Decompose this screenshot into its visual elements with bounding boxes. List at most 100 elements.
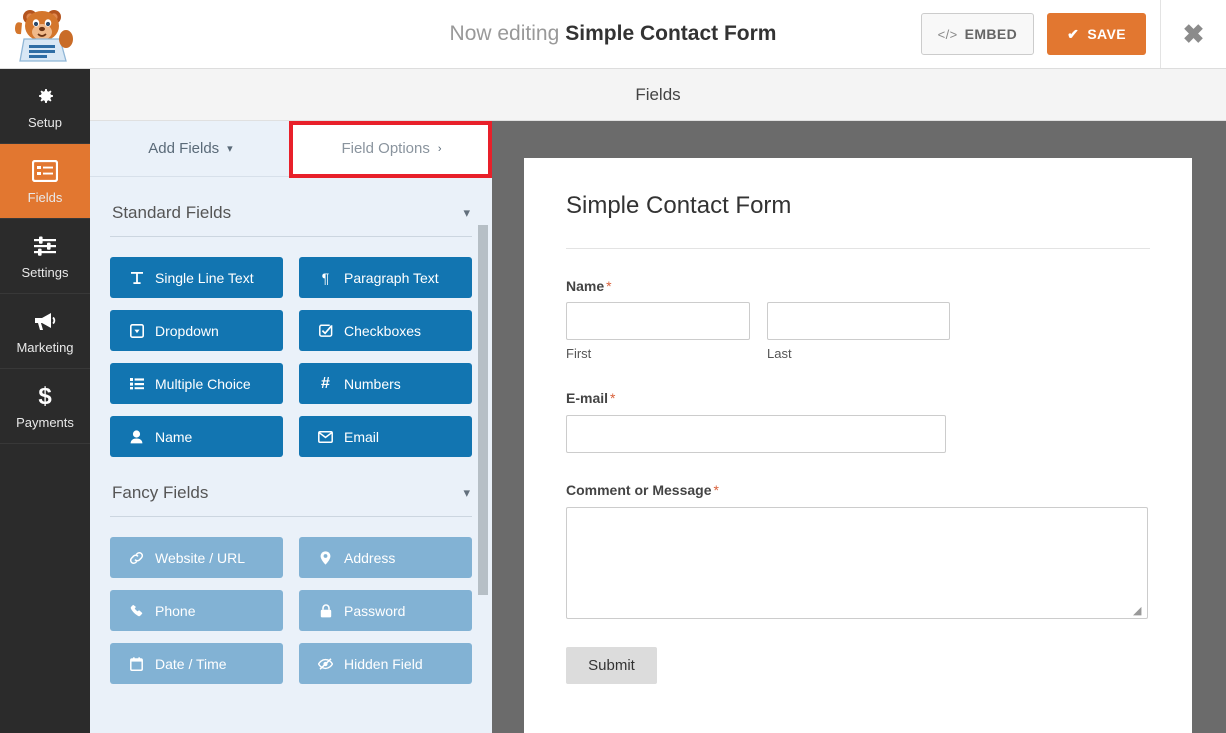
submit-button[interactable]: Submit [566, 647, 657, 684]
first-name-input[interactable] [566, 302, 750, 340]
user-icon [128, 429, 145, 444]
sidebar-item-label: Fields [27, 189, 63, 205]
field-button-label: Numbers [344, 375, 401, 392]
field-button-label: Hidden Field [344, 655, 423, 672]
group-header-fancy-fields[interactable]: Fancy Fields ▾ [110, 457, 472, 517]
field-button-hidden-field[interactable]: Hidden Field [299, 643, 472, 684]
sublabel-last: Last [767, 346, 792, 361]
svg-text:$: $ [38, 383, 52, 409]
field-button-single-line-text[interactable]: Single Line Text [110, 257, 283, 298]
wpforms-bear-mascot-logo-icon [15, 10, 73, 62]
field-label: Name * [566, 278, 1150, 294]
resize-handle-icon[interactable]: ◢ [1133, 605, 1145, 617]
dollar-sign-icon: $ [35, 383, 55, 409]
field-label-text: Name [566, 278, 605, 294]
tab-field-options-label: Field Options [341, 140, 430, 157]
field-button-email[interactable]: Email [299, 416, 472, 457]
sidebar-item-payments[interactable]: $ Payments [0, 369, 90, 444]
field-button-label: Email [344, 428, 380, 445]
hash-icon: # [321, 374, 330, 392]
chevron-right-icon: › [437, 142, 442, 155]
field-button-phone[interactable]: Phone [110, 590, 283, 631]
field-button-website-url[interactable]: Website / URL [110, 537, 283, 578]
wpforms-logo [0, 0, 90, 69]
field-button-paragraph-text[interactable]: ¶ Paragraph Text [299, 257, 472, 298]
fields-section-bar: Fields [90, 69, 1226, 121]
field-button-checkboxes[interactable]: Checkboxes [299, 310, 472, 351]
field-button-label: Phone [155, 602, 196, 619]
panel-scrollbar[interactable] [478, 177, 488, 733]
save-button[interactable]: ✔ SAVE [1047, 13, 1146, 55]
group-header-standard-fields[interactable]: Standard Fields ▾ [110, 177, 472, 237]
preview-field-email[interactable]: E-mail * [566, 390, 1150, 453]
email-input[interactable] [566, 415, 946, 453]
field-label: Comment or Message * [566, 482, 1150, 498]
field-button-numbers[interactable]: # Numbers [299, 363, 472, 404]
preview-field-name[interactable]: Name * First Last [566, 278, 1150, 361]
field-label-text: E-mail [566, 390, 609, 406]
sidebar-item-marketing[interactable]: Marketing [0, 294, 90, 369]
comment-textarea[interactable]: ◢ [566, 507, 1148, 619]
close-builder-button[interactable]: ✖ [1160, 0, 1226, 68]
required-asterisk: * [713, 482, 719, 498]
sidebar-item-setup[interactable]: Setup [0, 69, 90, 144]
calendar-icon [128, 656, 145, 671]
sidebar-item-label: Payments [16, 414, 74, 430]
form-preview-card: Simple Contact Form Name * First Last E-… [524, 158, 1192, 733]
field-button-address[interactable]: Address [299, 537, 472, 578]
field-button-label: Address [344, 549, 396, 566]
title-divider [566, 248, 1150, 249]
sidebar-item-fields[interactable]: Fields [0, 144, 90, 219]
sidebar-item-label: Marketing [16, 339, 74, 355]
field-button-label: Website / URL [155, 549, 245, 566]
builder-sidebar: Setup Fields Settings Marketing $ Paymen… [0, 69, 90, 733]
chevron-down-icon: ▾ [463, 485, 470, 500]
envelope-icon [317, 430, 334, 443]
lock-icon [317, 603, 334, 618]
add-fields-panel: Add Fields ▾ Field Options › Standard Fi… [90, 121, 492, 733]
field-button-label: Multiple Choice [155, 375, 251, 392]
form-name-title: Simple Contact Form [565, 22, 777, 45]
field-button-dropdown[interactable]: Dropdown [110, 310, 283, 351]
tab-add-fields[interactable]: Add Fields ▾ [90, 121, 291, 176]
code-brackets-icon: </> [937, 26, 958, 42]
close-x-icon: ✖ [1182, 19, 1205, 49]
name-first-col: First [566, 302, 750, 361]
save-button-label: SAVE [1087, 26, 1126, 42]
megaphone-icon [32, 308, 58, 334]
field-label-text: Comment or Message [566, 482, 712, 498]
tab-field-options[interactable]: Field Options › [291, 121, 492, 176]
field-button-label: Password [344, 602, 406, 619]
required-asterisk: * [610, 390, 616, 406]
last-name-input[interactable] [767, 302, 950, 340]
pilcrow-icon: ¶ [321, 269, 330, 286]
field-button-label: Checkboxes [344, 322, 422, 339]
embed-button[interactable]: </> EMBED [920, 13, 1035, 55]
required-asterisk: * [606, 278, 612, 294]
chevron-down-icon: ▾ [227, 143, 233, 155]
text-cursor-icon [128, 271, 145, 285]
fancy-fields-grid: Website / URL Address Phone Password Dat… [110, 517, 472, 684]
group-title: Standard Fields [112, 203, 232, 222]
sidebar-item-label: Settings [21, 264, 69, 280]
editing-prefix: Now editing [449, 22, 560, 45]
field-button-password[interactable]: Password [299, 590, 472, 631]
field-label: E-mail * [566, 390, 1150, 406]
sidebar-item-settings[interactable]: Settings [0, 219, 90, 294]
field-button-label: Name [155, 428, 193, 445]
link-icon [128, 551, 145, 565]
list-bullet-icon [128, 377, 145, 390]
field-button-name[interactable]: Name [110, 416, 283, 457]
field-button-multiple-choice[interactable]: Multiple Choice [110, 363, 283, 404]
chevron-down-icon: ▾ [463, 205, 470, 220]
preview-field-comment[interactable]: Comment or Message * ◢ [566, 482, 1150, 619]
field-button-label: Dropdown [155, 322, 219, 339]
form-builder-app: Now editing Simple Contact Form </> EMBE… [0, 0, 1226, 733]
tab-add-fields-label: Add Fields [148, 140, 220, 157]
map-pin-icon [317, 550, 334, 565]
form-preview-title: Simple Contact Form [566, 192, 792, 219]
form-preview-area: Simple Contact Form Name * First Last E-… [492, 121, 1226, 733]
panel-scrollbar-thumb[interactable] [478, 225, 488, 595]
field-button-date-time[interactable]: Date / Time [110, 643, 283, 684]
panel-tabs: Add Fields ▾ Field Options › [90, 121, 492, 177]
